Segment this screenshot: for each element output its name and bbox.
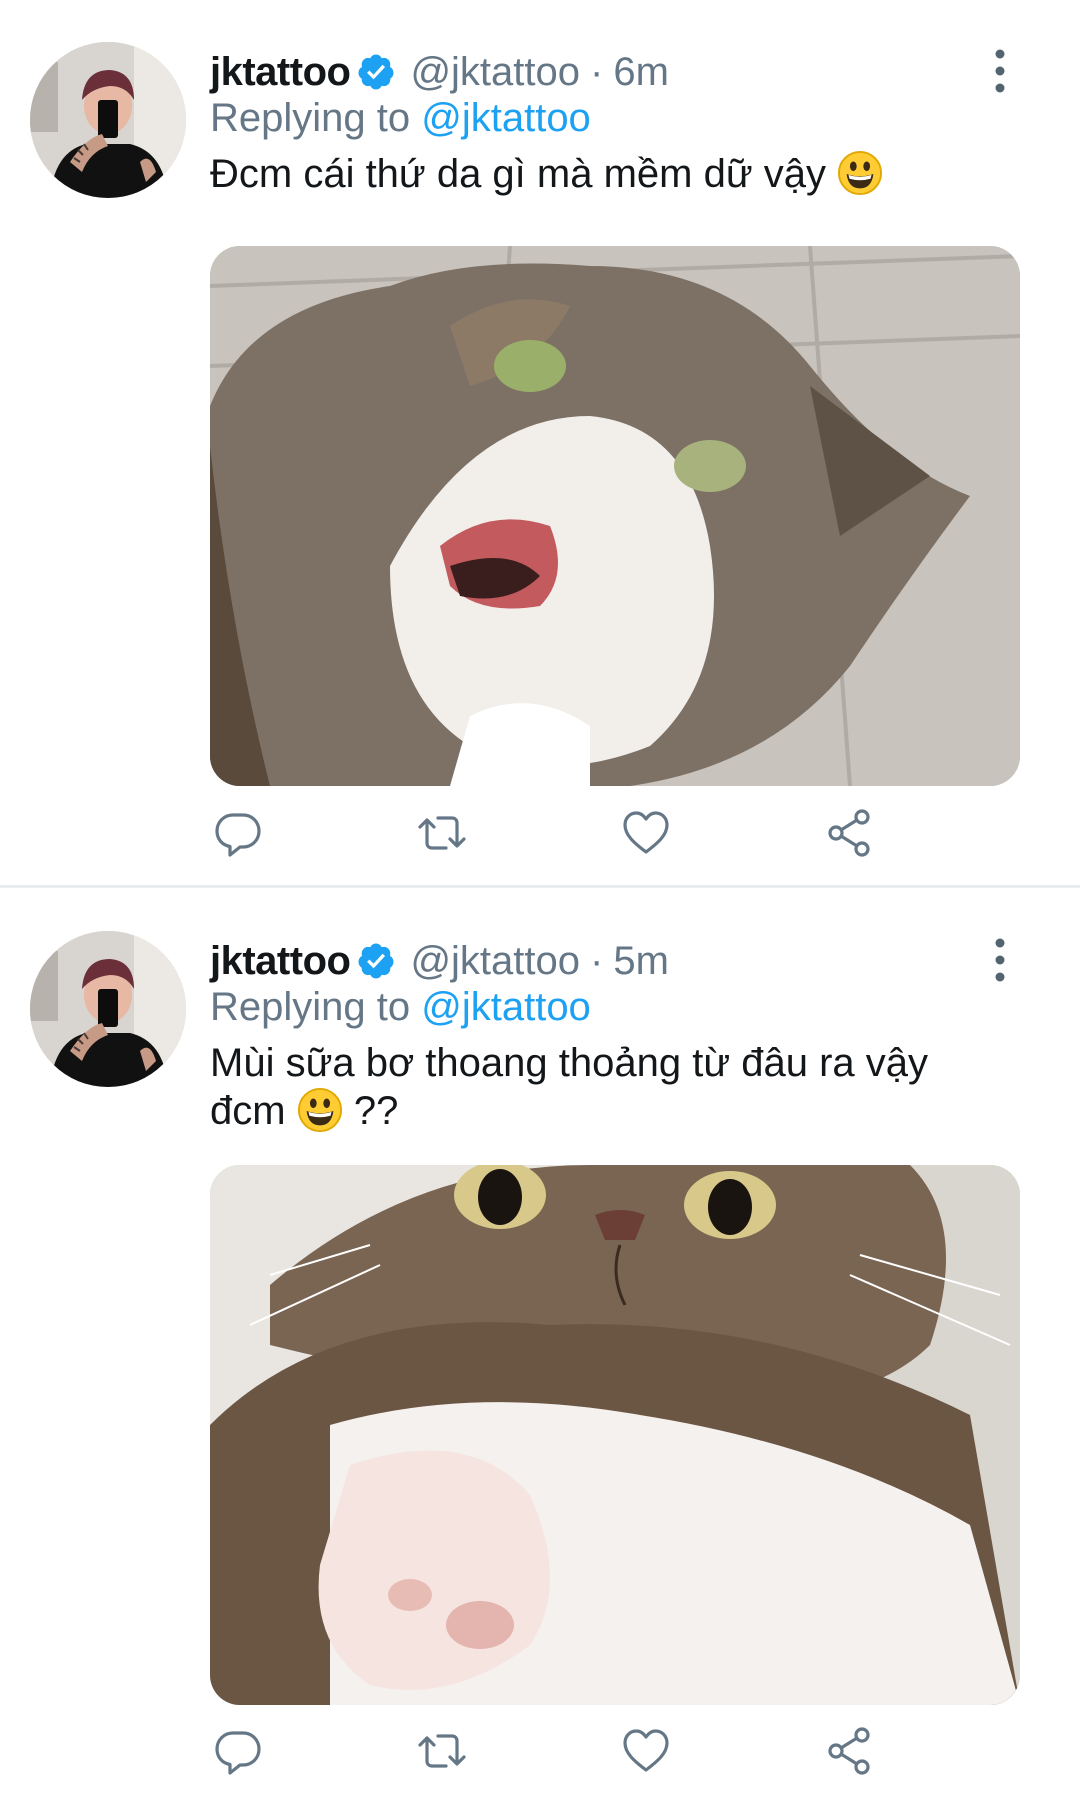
retweet-icon bbox=[414, 805, 470, 861]
separator: · bbox=[590, 938, 604, 983]
like-button[interactable] bbox=[618, 1723, 674, 1779]
like-icon bbox=[618, 1723, 674, 1779]
replying-to-label: Replying to bbox=[210, 985, 422, 1029]
grinning-face-icon bbox=[297, 1087, 343, 1133]
replying-to-label: Replying to bbox=[210, 96, 422, 140]
tweet-2[interactable]: jktattoo @jktattoo · 5m Replying to @jkt… bbox=[0, 889, 1080, 1801]
grinning-face-icon bbox=[837, 150, 883, 196]
tweet-divider bbox=[0, 885, 1080, 888]
tweet-text: Mùi sữa bơ thoang thoảng từ đâu ra vậy đ… bbox=[210, 1039, 1030, 1135]
retweet-button[interactable] bbox=[414, 1723, 470, 1779]
avatar[interactable] bbox=[30, 42, 186, 198]
share-button[interactable] bbox=[822, 805, 878, 861]
reply-button[interactable] bbox=[210, 805, 266, 861]
replying-to-handle[interactable]: @jktattoo bbox=[421, 985, 591, 1029]
separator: · bbox=[590, 49, 604, 94]
tweet-header: jktattoo @jktattoo · 6m bbox=[210, 44, 669, 100]
share-icon bbox=[822, 805, 878, 861]
tweet-actions bbox=[210, 1723, 890, 1783]
author-handle[interactable]: @jktattoo bbox=[410, 50, 580, 95]
like-button[interactable] bbox=[618, 805, 674, 861]
tweet-text-line-2: đcm bbox=[210, 1089, 286, 1133]
more-options-icon[interactable] bbox=[984, 46, 1016, 96]
tweet-text-content: Đcm cái thứ da gì mà mềm dữ vậy bbox=[210, 152, 826, 196]
tweet-time[interactable]: 5m bbox=[613, 939, 669, 984]
tweet-actions bbox=[210, 805, 890, 865]
tweet-media-image[interactable] bbox=[210, 246, 1020, 786]
verified-badge-icon bbox=[356, 52, 396, 92]
avatar[interactable] bbox=[30, 931, 186, 1087]
cat-photo bbox=[210, 1165, 1020, 1705]
tweet-text: Đcm cái thứ da gì mà mềm dữ vậy bbox=[210, 150, 1030, 198]
retweet-icon bbox=[414, 1723, 470, 1779]
more-options-icon[interactable] bbox=[984, 935, 1016, 985]
author-handle[interactable]: @jktattoo bbox=[410, 939, 580, 984]
retweet-button[interactable] bbox=[414, 805, 470, 861]
share-button[interactable] bbox=[822, 1723, 878, 1779]
like-icon bbox=[618, 805, 674, 861]
reply-icon bbox=[210, 805, 266, 861]
tweet-text-line-1: Mùi sữa bơ thoang thoảng từ đâu ra vậy bbox=[210, 1041, 928, 1085]
reply-button[interactable] bbox=[210, 1723, 266, 1779]
tweet-media-image[interactable] bbox=[210, 1165, 1020, 1705]
share-icon bbox=[822, 1723, 878, 1779]
cat-photo bbox=[210, 246, 1020, 786]
replying-to: Replying to @jktattoo bbox=[210, 96, 591, 141]
tweet-text-line-2-end: ?? bbox=[353, 1089, 399, 1133]
replying-to: Replying to @jktattoo bbox=[210, 985, 591, 1030]
tweet-header: jktattoo @jktattoo · 5m bbox=[210, 933, 669, 989]
reply-icon bbox=[210, 1723, 266, 1779]
tweet-time[interactable]: 6m bbox=[613, 50, 669, 95]
tweet-1[interactable]: jktattoo @jktattoo · 6m Replying to @jkt… bbox=[0, 0, 1080, 886]
replying-to-handle[interactable]: @jktattoo bbox=[421, 96, 591, 140]
verified-badge-icon bbox=[356, 941, 396, 981]
author-name[interactable]: jktattoo bbox=[210, 939, 351, 984]
author-name[interactable]: jktattoo bbox=[210, 50, 351, 95]
